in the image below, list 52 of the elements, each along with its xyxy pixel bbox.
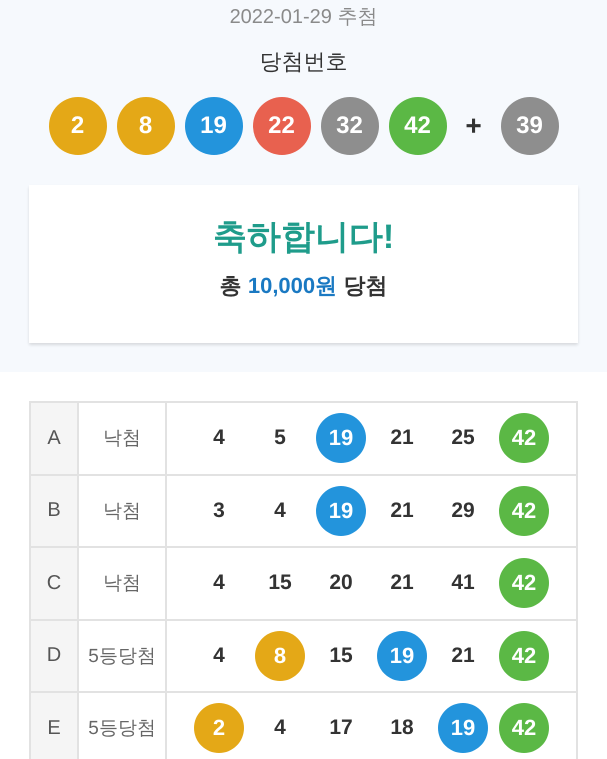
number-ball: 42 [499, 486, 549, 536]
number-text: 21 [390, 426, 414, 450]
row-label-cell: A [31, 403, 79, 474]
result-cell: 낙첨 [79, 476, 167, 546]
number-ball: 32 [320, 97, 378, 155]
prize-summary: 총 10,000원 당첨 [218, 272, 388, 300]
number-text: 25 [451, 426, 475, 450]
number-ball: 42 [499, 630, 549, 681]
number-text: 21 [390, 498, 414, 523]
result-cell: 5등당첨 [79, 693, 167, 759]
number-ball: 19 [316, 486, 366, 536]
row-label-cell: B [31, 476, 79, 546]
number-ball: 8 [116, 97, 174, 155]
number-text: 15 [268, 571, 292, 596]
number-ball: 42 [388, 97, 446, 155]
number-text: 41 [451, 571, 475, 596]
section-title: 당첨번호 [260, 48, 348, 76]
number-text: 5 [274, 426, 286, 450]
number-ball: 42 [499, 703, 549, 754]
number-text: 4 [213, 426, 225, 450]
number-text: 20 [329, 571, 353, 596]
number-ball: 8 [255, 630, 305, 681]
number-ball: 42 [499, 558, 549, 608]
number-text: 4 [213, 644, 225, 668]
number-ball: 2 [48, 97, 106, 155]
number-text: 4 [213, 571, 225, 596]
number-text: 3 [213, 498, 225, 523]
number-ball: 19 [316, 413, 366, 464]
draw-date: 2022-01-29 추첨 [230, 5, 378, 30]
row-label-cell: D [31, 620, 79, 691]
number-text: 18 [390, 716, 414, 740]
plus-sign: + [464, 111, 483, 141]
result-cell: 5등당첨 [79, 620, 167, 691]
number-text: 21 [451, 644, 475, 668]
result-cell: 낙첨 [79, 548, 167, 618]
number-ball: 22 [252, 97, 310, 155]
number-text: 29 [451, 498, 475, 523]
number-text: 4 [274, 716, 286, 740]
number-text: 15 [329, 644, 353, 668]
number-text: 4 [274, 498, 286, 523]
number-ball: 19 [184, 97, 242, 155]
row-label-cell: C [31, 548, 79, 618]
number-ball: 19 [438, 703, 488, 754]
congrats-heading: 축하합니다! [212, 217, 396, 258]
result-cell: 낙첨 [79, 403, 167, 474]
number-text: 21 [390, 571, 414, 596]
row-label-cell: E [31, 693, 79, 759]
number-ball: 42 [499, 413, 549, 464]
number-ball: 2 [194, 703, 244, 754]
number-ball: 19 [377, 630, 427, 681]
bonus-ball: 39 [500, 97, 558, 155]
number-text: 17 [329, 716, 353, 740]
